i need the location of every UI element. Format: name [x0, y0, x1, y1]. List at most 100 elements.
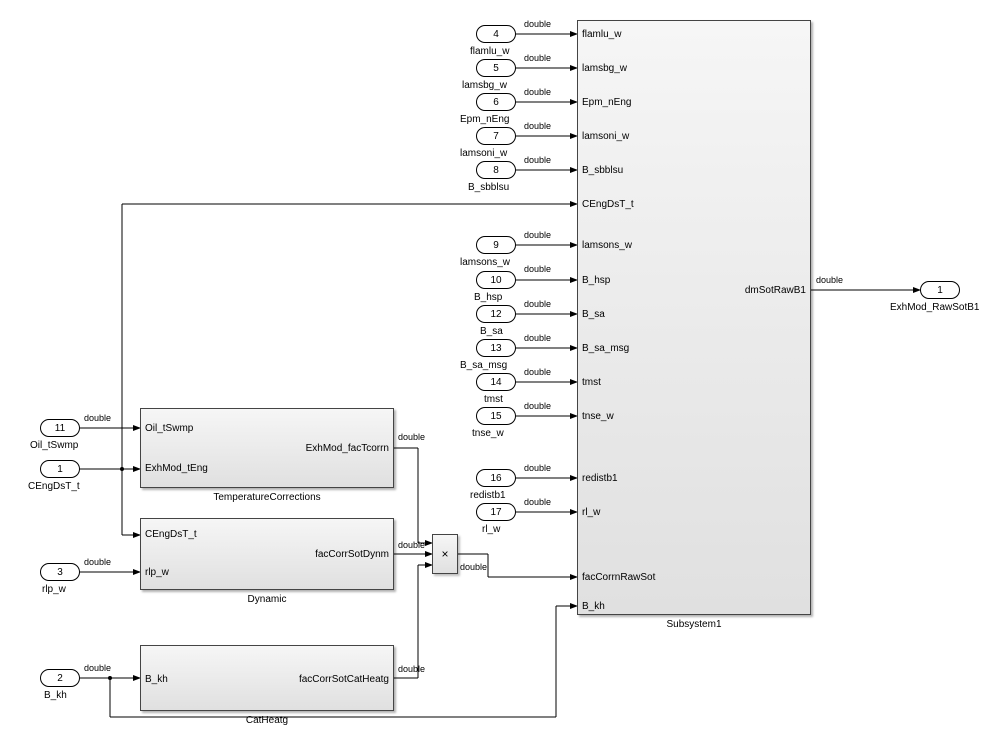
inport-10-label: B_hsp [474, 292, 502, 303]
inport-2[interactable]: 2 [40, 669, 80, 687]
inport-num: 1 [57, 464, 63, 475]
inport-16-label: redistb1 [470, 490, 506, 501]
dtype: double [524, 463, 551, 473]
port-tnse_w: tnse_w [582, 411, 614, 422]
inport-num: 7 [493, 131, 499, 142]
inport-num: 2 [57, 673, 63, 684]
inport-9-label: lamsons_w [460, 257, 510, 268]
dtype: double [524, 230, 551, 240]
dtype: double [84, 413, 111, 423]
inport-5-label: lamsbg_w [462, 80, 507, 91]
inport-num: 13 [490, 343, 501, 354]
dtype: double [524, 121, 551, 131]
port-b_sa_msg: B_sa_msg [582, 343, 629, 354]
dtype: double [524, 87, 551, 97]
port-out-factcorrn: ExhMod_facTcorrn [306, 443, 389, 454]
inport-3-label: rlp_w [42, 584, 66, 595]
port-rl_w: rl_w [582, 507, 600, 518]
inport-5[interactable]: 5 [476, 59, 516, 77]
port-in-oil-tswmp: Oil_tSwmp [145, 423, 193, 434]
dtype: double [524, 19, 551, 29]
inport-10[interactable]: 10 [476, 271, 516, 289]
inport-14[interactable]: 14 [476, 373, 516, 391]
inport-num: 3 [57, 567, 63, 578]
inport-7[interactable]: 7 [476, 127, 516, 145]
inport-2-label: B_kh [44, 690, 67, 701]
inport-13[interactable]: 13 [476, 339, 516, 357]
port-dmsotrawb1: dmSotRawB1 [745, 285, 806, 296]
inport-num: 10 [490, 275, 501, 286]
inport-num: 6 [493, 97, 499, 108]
inport-14-label: tmst [484, 394, 503, 405]
block-title: Dynamic [141, 594, 393, 605]
inport-17[interactable]: 17 [476, 503, 516, 521]
block-dynamic[interactable]: CEngDsT_t rlp_w facCorrSotDynm Dynamic [140, 518, 394, 590]
port-in-bkh: B_kh [145, 674, 168, 685]
inport-4[interactable]: 4 [476, 25, 516, 43]
dtype: double [816, 275, 843, 285]
inport-12[interactable]: 12 [476, 305, 516, 323]
dtype: double [84, 557, 111, 567]
inport-num: 8 [493, 165, 499, 176]
port-tmst: tmst [582, 377, 601, 388]
inport-num: 12 [490, 309, 501, 320]
inport-11[interactable]: 11 [40, 419, 80, 437]
inport-num: 9 [493, 240, 499, 251]
port-epm_neng: Epm_nEng [582, 97, 631, 108]
inport-17-label: rl_w [482, 524, 500, 535]
port-b_kh: B_kh [582, 601, 605, 612]
inport-num: 11 [55, 423, 65, 434]
inport-8-label: B_sbblsu [468, 182, 509, 193]
port-cengdst_t: CEngDsT_t [582, 199, 634, 210]
inport-12-label: B_sa [480, 326, 503, 337]
dtype: double [398, 540, 425, 550]
block-title: CatHeatg [141, 715, 393, 726]
inport-3[interactable]: 3 [40, 563, 80, 581]
port-b_sa: B_sa [582, 309, 605, 320]
inport-num: 5 [493, 63, 499, 74]
block-catheatg[interactable]: B_kh facCorrSotCatHeatg CatHeatg [140, 645, 394, 711]
outport-num: 1 [937, 285, 943, 296]
inport-13-label: B_sa_msg [460, 360, 507, 371]
dtype: double [524, 401, 551, 411]
port-in-cengdst: CEngDsT_t [145, 529, 197, 540]
dtype: double [398, 664, 425, 674]
inport-9[interactable]: 9 [476, 236, 516, 254]
inport-1-label: CEngDsT_t [28, 481, 80, 492]
dtype: double [524, 299, 551, 309]
dtype: double [524, 155, 551, 165]
port-faccorrnrawsot: facCorrnRawSot [582, 572, 655, 583]
port-in-exhmod-teng: ExhMod_tEng [145, 463, 208, 474]
port-lamsons_w: lamsons_w [582, 240, 632, 251]
inport-15-label: tnse_w [472, 428, 504, 439]
inport-num: 14 [490, 377, 501, 388]
block-temperature-corrections[interactable]: Oil_tSwmp ExhMod_tEng ExhMod_facTcorrn T… [140, 408, 394, 488]
inport-16[interactable]: 16 [476, 469, 516, 487]
dtype: double [524, 497, 551, 507]
product-symbol: × [441, 547, 448, 561]
dtype: double [84, 663, 111, 673]
inport-8[interactable]: 8 [476, 161, 516, 179]
inport-num: 16 [490, 473, 501, 484]
inport-num: 15 [490, 411, 501, 422]
product-block[interactable]: × [432, 534, 458, 574]
inport-num: 4 [493, 29, 499, 40]
port-b_sbblsu: B_sbblsu [582, 165, 623, 176]
port-flamlu_w: flamlu_w [582, 29, 621, 40]
port-out-faccorrsotdynm: facCorrSotDynm [315, 549, 389, 560]
inport-6[interactable]: 6 [476, 93, 516, 111]
inport-15[interactable]: 15 [476, 407, 516, 425]
inport-1[interactable]: 1 [40, 460, 80, 478]
port-lamsbg_w: lamsbg_w [582, 63, 627, 74]
dtype: double [524, 264, 551, 274]
outport-1[interactable]: 1 [920, 281, 960, 299]
dtype: double [460, 562, 487, 572]
outport-1-label: ExhMod_RawSotB1 [890, 302, 980, 313]
block-title: TemperatureCorrections [141, 492, 393, 503]
block-subsystem1[interactable]: flamlu_w lamsbg_w Epm_nEng lamsoni_w B_s… [577, 20, 811, 615]
inport-7-label: lamsoni_w [460, 148, 507, 159]
inport-6-label: Epm_nEng [460, 114, 509, 125]
port-redistb1: redistb1 [582, 473, 618, 484]
dtype: double [524, 367, 551, 377]
inport-4-label: flamlu_w [470, 46, 509, 57]
